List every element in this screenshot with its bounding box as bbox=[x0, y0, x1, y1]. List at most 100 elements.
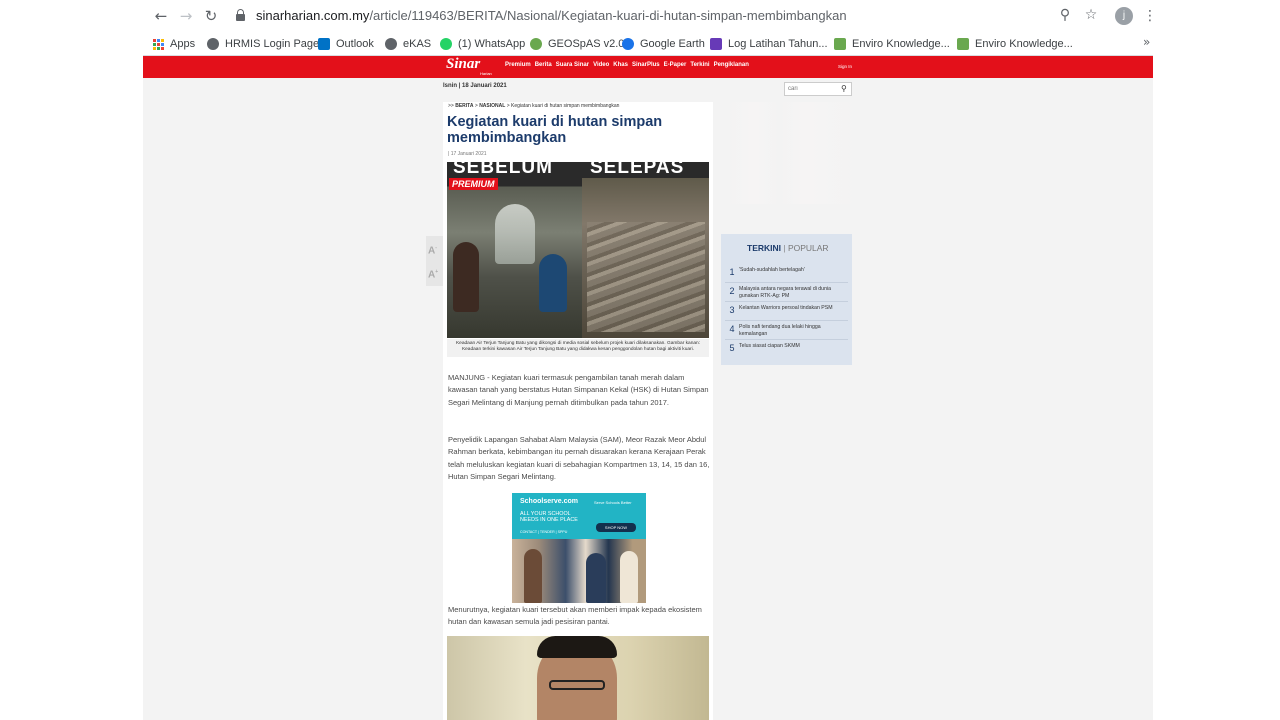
item-number: 1 bbox=[729, 267, 735, 277]
enviro-icon bbox=[957, 38, 969, 50]
bookmark-apps[interactable]: Apps bbox=[153, 35, 195, 53]
zoom-icon[interactable]: ⚲ bbox=[1057, 7, 1073, 23]
news-widget: TERKINI | POPULAR 1 'Sudah-sudahlah berte… bbox=[721, 234, 852, 365]
nav-berita[interactable]: Berita bbox=[535, 62, 552, 68]
bookmark-google-earth[interactable]: Google Earth bbox=[622, 35, 705, 53]
item-title[interactable]: 'Sudah-sudahlah bertelagah' bbox=[739, 266, 848, 274]
list-item[interactable]: 4 Polis nafi tendang dua lelaki hingga ke… bbox=[725, 321, 848, 340]
bookmark-label: Outlook bbox=[336, 38, 374, 50]
nav-video[interactable]: Video bbox=[593, 62, 609, 68]
item-title[interactable]: Kelantan Warriors persoal tindakan PSM bbox=[739, 304, 848, 312]
font-decrease-button[interactable]: A- bbox=[428, 238, 441, 258]
widget-tabs: TERKINI | POPULAR bbox=[747, 243, 829, 253]
tab-terkini[interactable]: TERKINI bbox=[747, 243, 781, 253]
nav-epaper[interactable]: E-Paper bbox=[664, 62, 687, 68]
bookmark-label: Enviro Knowledge... bbox=[975, 38, 1073, 50]
outlook-icon bbox=[318, 38, 330, 50]
item-number: 5 bbox=[729, 343, 735, 353]
tab-popular[interactable]: POPULAR bbox=[788, 243, 829, 253]
sidebar-ad-placeholder bbox=[728, 102, 856, 204]
article-hero-image[interactable]: SEBELUM SELEPAS PREMIUM bbox=[447, 162, 709, 338]
bookmark-label: (1) WhatsApp bbox=[458, 38, 526, 50]
url-path: /article/119463/BERITA/Nasional/Kegiatan… bbox=[369, 8, 847, 23]
globe-icon bbox=[207, 38, 219, 50]
breadcrumb-section[interactable]: BERITA bbox=[455, 103, 473, 109]
nav-sinarplus[interactable]: SinarPlus bbox=[632, 62, 660, 68]
bookmark-label: Apps bbox=[170, 38, 196, 50]
breadcrumb-subsection[interactable]: NASIONAL bbox=[479, 103, 505, 109]
premium-badge: PREMIUM bbox=[449, 178, 498, 190]
apps-icon bbox=[153, 38, 164, 50]
item-title[interactable]: Malaysia antara negara terawal di dunia … bbox=[739, 285, 848, 299]
more-bookmarks-icon[interactable]: » bbox=[1143, 35, 1150, 49]
lock-icon bbox=[236, 9, 245, 21]
item-number: 2 bbox=[729, 286, 735, 296]
bookmark-label: GEOSpAS v2.0 bbox=[548, 38, 625, 50]
browser-window: ← → ↻ sinarharian.com.my/article/119463/… bbox=[143, 0, 1153, 720]
list-item[interactable]: 2 Malaysia antara negara terawal di dunia… bbox=[725, 283, 848, 302]
article-title: Kegiatan kuari di hutan simpan membimban… bbox=[447, 114, 663, 146]
bookmark-ekas[interactable]: eKAS bbox=[385, 35, 431, 53]
article-paragraph: Penyelidik Lapangan Sahabat Alam Malaysi… bbox=[448, 435, 710, 482]
article-paragraph: MANJUNG - Kegiatan kuari termasuk pengam… bbox=[448, 373, 709, 407]
bookmarks-bar: Apps HRMIS Login Page Outlook eKAS (1) W… bbox=[143, 32, 1153, 56]
font-increase-button[interactable]: A+ bbox=[428, 262, 441, 282]
globe-icon bbox=[385, 38, 397, 50]
article-body: >> BERITA > NASIONAL > Kegiatan kuari di… bbox=[443, 102, 713, 720]
ad-tagline: Serve Schools Better bbox=[594, 500, 632, 505]
item-number: 3 bbox=[729, 305, 735, 315]
item-title[interactable]: Telus siasat ciapan SKMM bbox=[739, 342, 848, 350]
forward-arrow-icon[interactable]: → bbox=[178, 8, 194, 24]
enviro-icon bbox=[834, 38, 846, 50]
current-date: Isnin | 18 Januari 2021 bbox=[443, 83, 507, 89]
bookmark-enviro-2[interactable]: Enviro Knowledge... bbox=[957, 35, 1073, 53]
back-arrow-icon[interactable]: ← bbox=[153, 8, 169, 24]
bookmark-outlook[interactable]: Outlook bbox=[318, 35, 374, 53]
nav-khas[interactable]: Khas bbox=[613, 62, 628, 68]
geospas-icon bbox=[530, 38, 542, 50]
list-item[interactable]: 5 Telus siasat ciapan SKMM bbox=[725, 340, 848, 359]
nav-suara-sinar[interactable]: Suara Sinar bbox=[556, 62, 589, 68]
item-title[interactable]: Polis nafi tendang dua lelaki hingga kem… bbox=[739, 323, 848, 337]
reload-icon[interactable]: ↻ bbox=[203, 8, 219, 24]
url-host: sinarharian.com.my bbox=[256, 8, 370, 23]
bookmark-log-latihan[interactable]: Log Latihan Tahun... bbox=[710, 35, 828, 53]
ad-headline: ALL YOUR SCHOOL NEEDS IN ONE PLACE bbox=[520, 511, 578, 523]
signin-link[interactable]: Sign In bbox=[838, 64, 852, 69]
bookmark-star-icon[interactable]: ☆ bbox=[1083, 7, 1099, 23]
bookmark-enviro-1[interactable]: Enviro Knowledge... bbox=[834, 35, 950, 53]
breadcrumb-current: Kegiatan kuari di hutan simpan membimban… bbox=[511, 103, 620, 109]
ad-shop-button[interactable]: SHOP NOW bbox=[596, 523, 636, 532]
web-page: Sinar Harian Premium Berita Suara Sinar … bbox=[143, 56, 1153, 720]
bookmark-label: Google Earth bbox=[640, 38, 705, 50]
browser-menu-icon[interactable]: ⋮ bbox=[1143, 7, 1153, 25]
breadcrumb: >> BERITA > NASIONAL > Kegiatan kuari di… bbox=[448, 103, 620, 109]
ad-links: CONTACT | TENDER | SPPU bbox=[520, 530, 568, 534]
bookmark-hrmis[interactable]: HRMIS Login Page bbox=[207, 35, 319, 53]
site-header: Sinar Harian Premium Berita Suara Sinar … bbox=[143, 56, 1153, 78]
article-portrait-image[interactable] bbox=[447, 636, 709, 720]
image-label-after: SELEPAS bbox=[590, 162, 685, 178]
inline-advertisement[interactable]: Schoolserve.com Serve Schools Better ALL… bbox=[512, 493, 646, 603]
bookmark-geospas[interactable]: GEOSpAS v2.0 bbox=[530, 35, 624, 53]
ad-brand: Schoolserve.com bbox=[520, 498, 578, 505]
list-item[interactable]: 3 Kelantan Warriors persoal tindakan PSM bbox=[725, 302, 848, 321]
nav-premium[interactable]: Premium bbox=[505, 62, 531, 68]
bookmark-label: HRMIS Login Page bbox=[225, 38, 320, 50]
bookmark-label: Log Latihan Tahun... bbox=[728, 38, 828, 50]
nav-pengiklanan[interactable]: Pengiklanan bbox=[714, 62, 749, 68]
list-item[interactable]: 1 'Sudah-sudahlah bertelagah' bbox=[725, 264, 848, 283]
address-bar[interactable]: sinarharian.com.my/article/119463/BERITA… bbox=[228, 4, 1108, 28]
image-caption: Keadaan Air Terjun Tanjung Batu yang dik… bbox=[447, 339, 709, 357]
search-icon[interactable]: ⚲ bbox=[841, 84, 851, 94]
address-toolbar: ← → ↻ sinarharian.com.my/article/119463/… bbox=[143, 0, 1153, 32]
bookmark-whatsapp[interactable]: (1) WhatsApp bbox=[440, 35, 525, 53]
url-text[interactable]: sinarharian.com.my/article/119463/BERITA… bbox=[256, 8, 847, 23]
item-number: 4 bbox=[729, 324, 735, 334]
nav-terkini[interactable]: Terkini bbox=[690, 62, 709, 68]
google-earth-icon bbox=[622, 38, 634, 50]
search-input[interactable] bbox=[788, 84, 838, 94]
article-paragraph: Menurutnya, kegiatan kuari tersebut akan… bbox=[448, 605, 702, 627]
profile-avatar[interactable]: j bbox=[1115, 7, 1133, 25]
article-date: | 17 Januari 2021 bbox=[448, 151, 487, 157]
